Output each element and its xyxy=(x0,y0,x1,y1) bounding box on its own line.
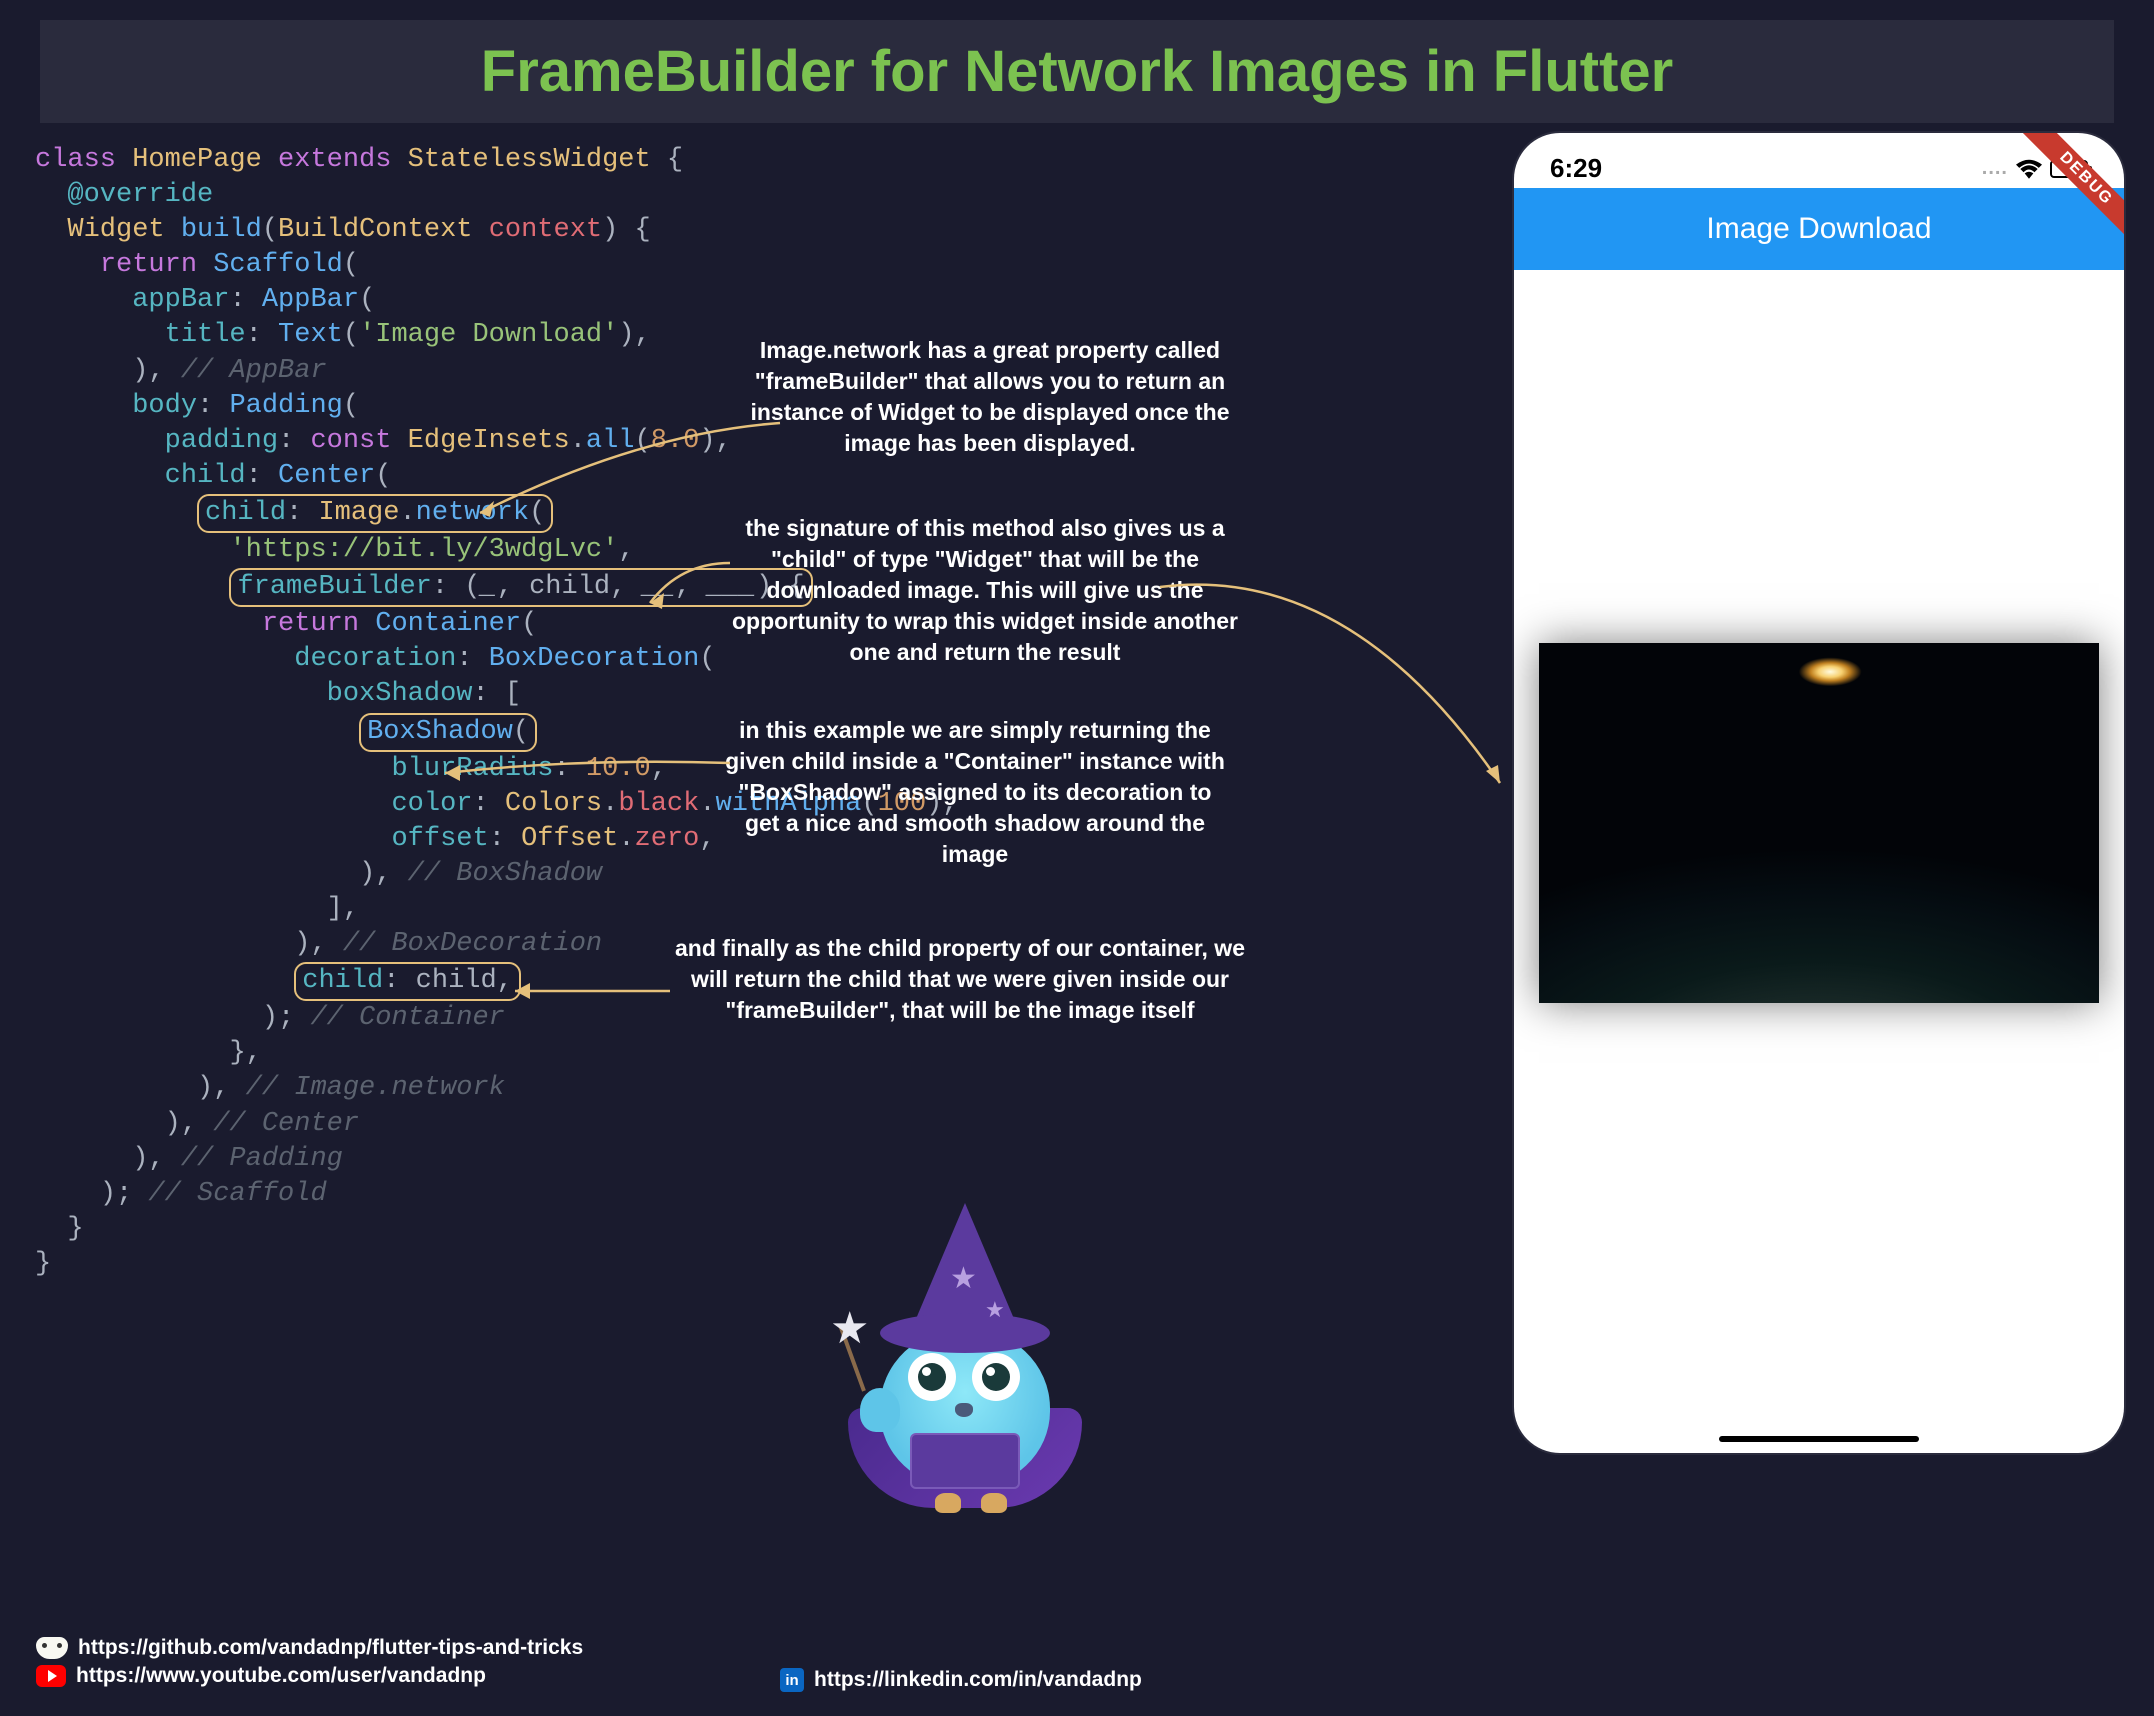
annotation-2: the signature of this method also gives … xyxy=(720,513,1250,668)
linkedin-link[interactable]: in https://linkedin.com/in/vandadnp xyxy=(780,1668,1142,1692)
youtube-url: https://www.youtube.com/user/vandadnp xyxy=(76,1664,486,1688)
youtube-icon xyxy=(36,1665,66,1687)
footer-links: https://github.com/vandadnp/flutter-tips… xyxy=(36,1636,583,1692)
page-title: FrameBuilder for Network Images in Flutt… xyxy=(80,38,2074,105)
github-link[interactable]: https://github.com/vandadnp/flutter-tips… xyxy=(36,1636,583,1660)
kw-class: class xyxy=(35,145,132,175)
highlight-child-child: child: child, xyxy=(294,962,521,1001)
build-method: build xyxy=(181,215,262,245)
linkedin-icon: in xyxy=(780,1668,804,1692)
github-url: https://github.com/vandadnp/flutter-tips… xyxy=(78,1636,583,1660)
youtube-link[interactable]: https://www.youtube.com/user/vandadnp xyxy=(36,1664,583,1688)
owl-mascot-icon: ★ ★ ★ xyxy=(830,1203,1110,1523)
phone-appbar: Image Download xyxy=(1514,188,2124,270)
super-name: StatelessWidget xyxy=(408,145,667,175)
linkedin-url: https://linkedin.com/in/vandadnp xyxy=(814,1668,1142,1692)
annotation-4: and finally as the child property of our… xyxy=(665,933,1255,1026)
image-url: 'https://bit.ly/3wdgLvc' xyxy=(229,535,618,565)
wifi-icon xyxy=(2016,159,2042,179)
appbar-title: Image Download xyxy=(1706,212,1931,245)
phone-mockup: 6:29 .... Image Download DEBUG xyxy=(1514,133,2124,1453)
phone-body xyxy=(1514,270,2124,1453)
highlight-image-network: child: Image.network( xyxy=(197,494,553,533)
highlight-boxshadow: BoxShadow( xyxy=(359,713,537,752)
title-bar: FrameBuilder for Network Images in Flutt… xyxy=(40,20,2114,123)
annotation-3: in this example we are simply returning … xyxy=(720,715,1230,870)
kw-extends: extends xyxy=(278,145,408,175)
github-icon xyxy=(36,1637,68,1659)
downloaded-image xyxy=(1539,643,2099,1003)
home-indicator-icon xyxy=(1719,1436,1919,1442)
override-annotation: @override xyxy=(67,180,213,210)
annotation-1: Image.network has a great property calle… xyxy=(720,335,1260,459)
class-name: HomePage xyxy=(132,145,278,175)
status-time: 6:29 xyxy=(1550,153,1602,184)
main-content: class HomePage extends StatelessWidget {… xyxy=(0,133,2154,1593)
signal-dots-icon: .... xyxy=(1982,157,2008,180)
